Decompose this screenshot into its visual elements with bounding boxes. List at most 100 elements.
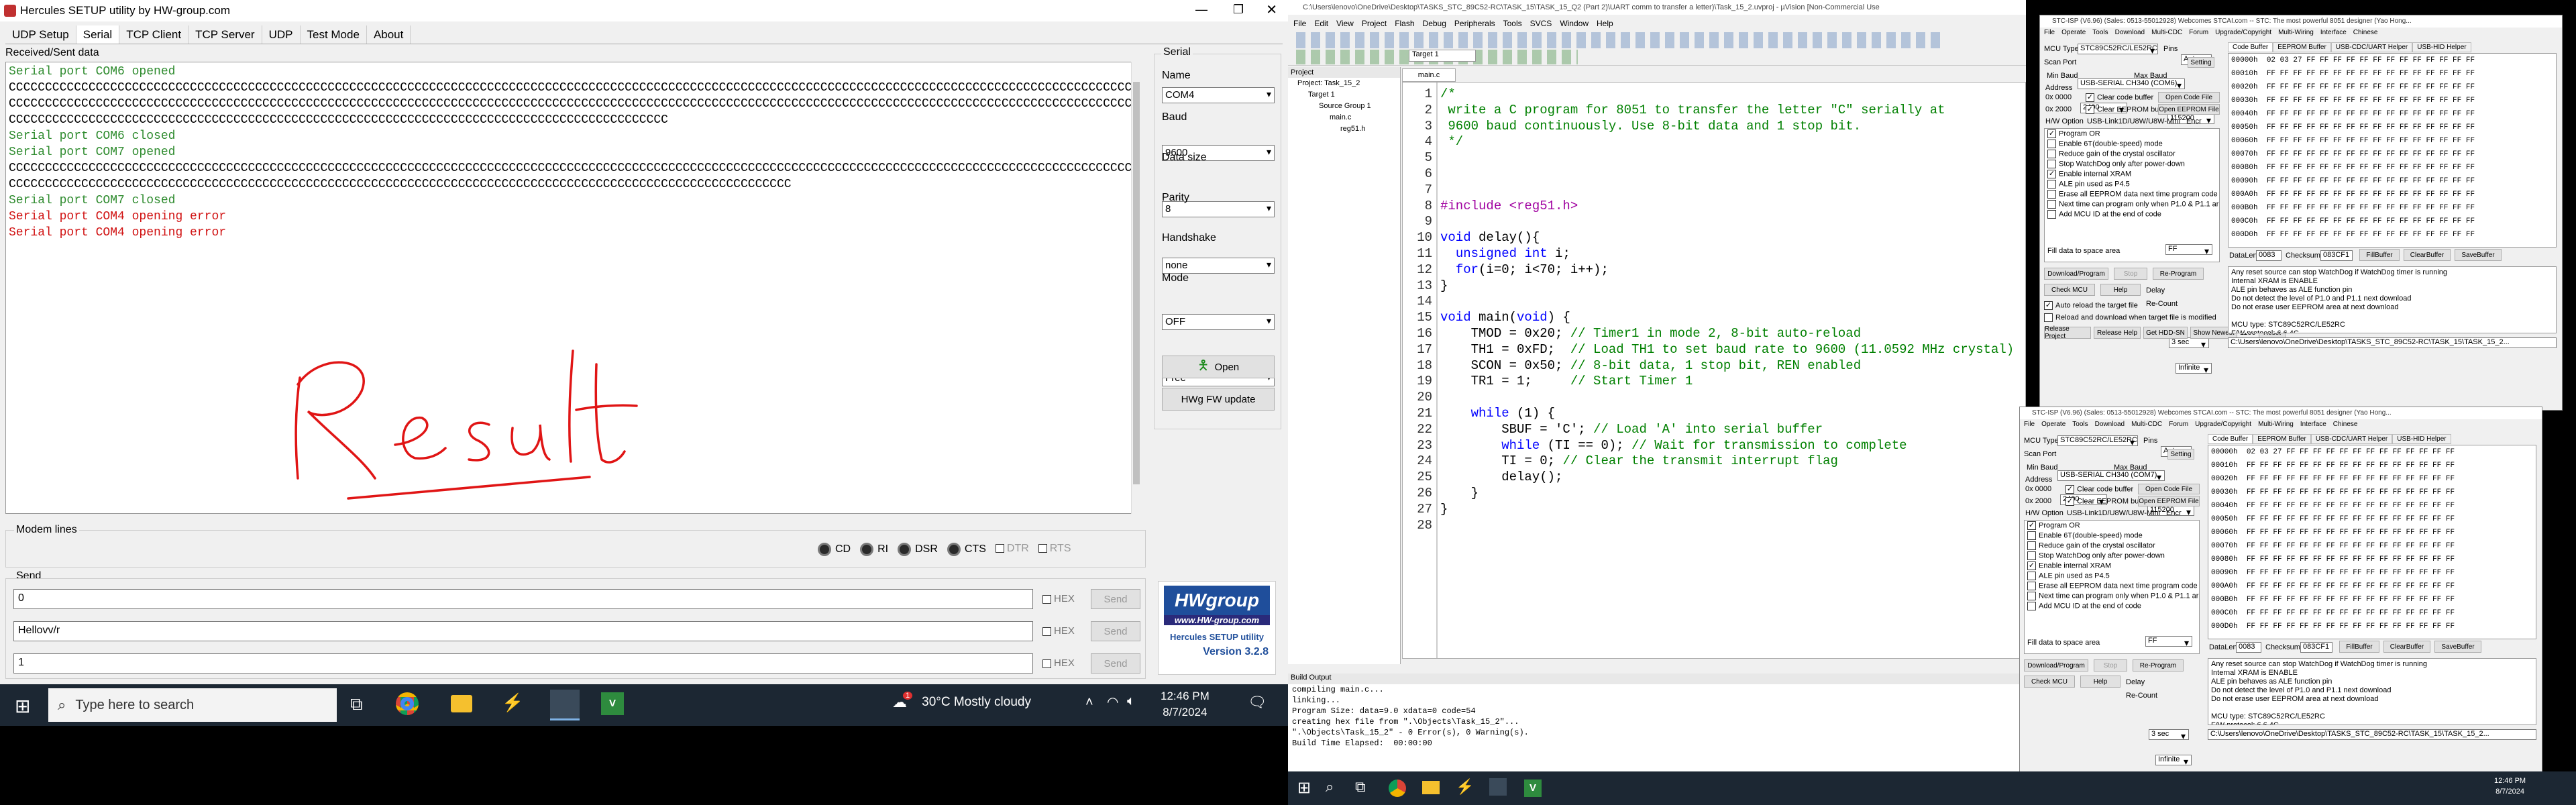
stc-menu-item[interactable]: Download: [2095, 421, 2125, 431]
tree-main-c[interactable]: main.c: [1288, 112, 1400, 123]
scan-port-select[interactable]: USB-SERIAL CH340 (COM6): [2078, 78, 2185, 89]
send-button[interactable]: Send: [1091, 653, 1140, 674]
tab-udp[interactable]: UDP: [262, 25, 301, 44]
info-log[interactable]: Any reset source can stop WatchDog if Wa…: [2208, 658, 2536, 725]
buffer-tab[interactable]: USB-HID Helper: [2412, 42, 2471, 52]
stc-menu-item[interactable]: Multi-Wiring: [2278, 29, 2314, 40]
hercules-taskbar-icon[interactable]: ⚡: [502, 692, 523, 713]
check-mcu-button[interactable]: Check MCU: [2024, 676, 2075, 688]
option-checkbox[interactable]: Next time can program only when P1.0 & P…: [2045, 199, 2219, 209]
stc-menu-item[interactable]: Multi-Wiring: [2258, 421, 2294, 431]
file-path[interactable]: C:\Users\lenovo\OneDrive\Desktop\TASKS_S…: [2208, 729, 2536, 740]
address-2[interactable]: 0x 2000: [2045, 105, 2072, 113]
delay-select[interactable]: 3 sec: [2169, 337, 2209, 350]
start-icon-right[interactable]: ⊞: [1297, 778, 1311, 798]
send-input[interactable]: 1: [13, 653, 1033, 674]
download-program-button[interactable]: Download/Program: [2024, 659, 2088, 672]
option-checkbox[interactable]: Stop WatchDog only after power-down: [2045, 159, 2219, 169]
help-button[interactable]: Help: [2080, 676, 2121, 688]
stop-button[interactable]: Stop: [2094, 659, 2127, 672]
option-checkbox[interactable]: Next time can program only when P1.0 & P…: [2025, 591, 2199, 601]
tab-serial[interactable]: Serial: [76, 25, 120, 44]
check-mcu-button[interactable]: Check MCU: [2044, 284, 2095, 296]
info-log[interactable]: Any reset source can stop WatchDog if Wa…: [2228, 266, 2557, 333]
target-select[interactable]: Target 1: [1409, 50, 1476, 62]
stc-isp-icon-right[interactable]: [1489, 778, 1507, 796]
encrypt-tab[interactable]: Encr: [2186, 117, 2202, 125]
option-checkbox[interactable]: Enable internal XRAM: [2025, 561, 2199, 571]
open-code-button[interactable]: Open Code File: [2138, 484, 2200, 494]
stc-menu-item[interactable]: Multi-CDC: [2131, 421, 2162, 431]
mcu-type-select[interactable]: STC89C52RC/LE52RC: [2078, 44, 2158, 56]
recount-select[interactable]: Infinite: [2176, 363, 2212, 376]
settings-button[interactable]: Setting: [2167, 449, 2194, 460]
stc-menu-item[interactable]: Chinese: [2333, 421, 2358, 431]
search-icon-right[interactable]: ⌕: [1326, 778, 1334, 796]
stc-menu-item[interactable]: Forum: [2189, 29, 2208, 40]
option-checkbox[interactable]: Erase all EEPROM data next time program …: [2025, 581, 2199, 591]
open-button[interactable]: 🯅 Open: [1162, 356, 1275, 378]
clear-code-checkbox[interactable]: Clear code buffer: [2065, 485, 2133, 494]
save-buffer-button[interactable]: SaveBuffer: [2455, 249, 2502, 261]
hercules-titlebar[interactable]: Hercules SETUP utility by HW-group.com —…: [0, 0, 1288, 21]
uvision-taskbar-icon[interactable]: V: [601, 692, 624, 715]
open-eeprom-button[interactable]: Open EEPROM File: [2158, 104, 2220, 115]
stc-menu-item[interactable]: Upgrade/Copyright: [2195, 421, 2251, 431]
option-checkbox[interactable]: Reduce gain of the crystal oscillator: [2025, 541, 2199, 551]
bottom-button[interactable]: Get HDD-SN: [2143, 327, 2188, 339]
menu-debug[interactable]: Debug: [1423, 16, 1446, 31]
task-view-icon[interactable]: ⧉: [350, 694, 363, 715]
buffer-tab[interactable]: EEPROM Buffer: [2273, 42, 2331, 52]
dtr-checkbox[interactable]: DTR: [995, 543, 1029, 556]
bottom-button[interactable]: Release Project: [2044, 325, 2091, 340]
uvision-titlebar[interactable]: C:\Users\lenovo\OneDrive\Desktop\TASKS_S…: [1288, 0, 2026, 15]
option-checkbox[interactable]: Add MCU ID at the end of code: [2045, 209, 2219, 219]
hwgroup-logo[interactable]: HWgroup www.HW-group.com Hercules SETUP …: [1158, 581, 1276, 675]
editor[interactable]: 1 2 3 4 5 6 7 8 9 10 11 12 13 14 15 16 17 18 19 20 21 22 23 24 2…: [1402, 82, 2026, 659]
chrome-icon-right[interactable]: [1389, 780, 1406, 797]
reload-download-checkbox[interactable]: Reload and download when target file is …: [2044, 313, 2216, 322]
stc-menu-item[interactable]: File: [2024, 421, 2035, 431]
option-checkbox[interactable]: Erase all EEPROM data next time program …: [2045, 189, 2219, 199]
menu-tools[interactable]: Tools: [1503, 16, 1522, 31]
stc-menu-item[interactable]: Operate: [2061, 29, 2086, 40]
file-path[interactable]: C:\Users\lenovo\OneDrive\Desktop\TASKS_S…: [2228, 337, 2557, 348]
send-input[interactable]: 0: [13, 589, 1033, 609]
fill-select[interactable]: FF: [2165, 244, 2212, 257]
send-button[interactable]: Send: [1091, 621, 1140, 641]
stc-menu-item[interactable]: Forum: [2169, 421, 2188, 431]
clock[interactable]: 12:46 PM 8/7/2024: [1161, 688, 1210, 720]
download-program-button[interactable]: Download/Program: [2044, 268, 2108, 280]
weather-widget[interactable]: ☁ 1 30°C Mostly cloudy: [892, 692, 1031, 711]
notification-icon[interactable]: 🗨︎: [1248, 694, 1267, 711]
maximize-button[interactable]: ❐: [1233, 3, 1244, 17]
mcu-type-select[interactable]: STC89C52RC/LE52RC: [2057, 435, 2138, 448]
stc-menu-item[interactable]: Multi-CDC: [2151, 29, 2182, 40]
option-checkbox[interactable]: Stop WatchDog only after power-down: [2025, 551, 2199, 561]
reprogram-button[interactable]: Re-Program: [2133, 659, 2184, 672]
option-checkbox[interactable]: ALE pin used as P4.5: [2045, 179, 2219, 189]
clear-eeprom-checkbox[interactable]: Clear EEPROM buffer: [2086, 105, 2169, 114]
menu-peripherals[interactable]: Peripherals: [1454, 16, 1495, 31]
tab-tcp-client[interactable]: TCP Client: [119, 25, 189, 44]
stc-menu-item[interactable]: Interface: [2320, 29, 2347, 40]
editor-tab[interactable]: main.c: [1402, 68, 1456, 82]
hex-checkbox[interactable]: HEX: [1042, 593, 1089, 604]
menu-file[interactable]: File: [1293, 16, 1306, 31]
handshake-select[interactable]: OFF: [1162, 314, 1275, 330]
clear-code-checkbox[interactable]: Clear code buffer: [2086, 93, 2153, 102]
stc-menu-item[interactable]: File: [2044, 29, 2055, 40]
reprogram-button[interactable]: Re-Program: [2153, 268, 2204, 280]
clear-eeprom-checkbox[interactable]: Clear EEPROM buffer: [2065, 497, 2149, 506]
tray-chevron-icon[interactable]: ˄: [1085, 695, 1093, 710]
stop-button[interactable]: Stop: [2114, 268, 2147, 280]
stc-menu-item[interactable]: Operate: [2041, 421, 2065, 431]
open-code-button[interactable]: Open Code File: [2158, 92, 2220, 103]
option-checkbox[interactable]: Enable internal XRAM: [2045, 169, 2219, 179]
received-sent-area[interactable]: Serial port COM6 opened CCCCCCCCCCCCCCCCC…: [5, 62, 1139, 514]
parity-select[interactable]: none: [1162, 258, 1275, 274]
settings-button[interactable]: Setting: [2188, 57, 2214, 68]
chrome-icon[interactable]: [396, 692, 419, 715]
file-explorer-icon[interactable]: [451, 695, 472, 712]
name-select[interactable]: COM4: [1162, 87, 1275, 103]
